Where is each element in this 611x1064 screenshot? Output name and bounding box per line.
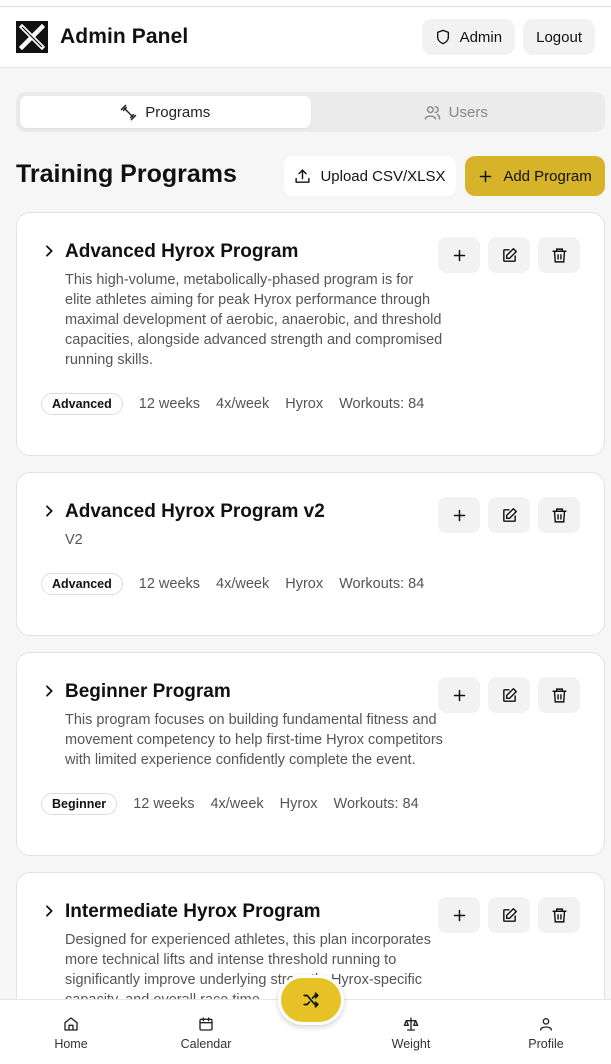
tab-users-label: Users	[448, 103, 488, 121]
program-description: Designed for experienced athletes, this …	[65, 932, 431, 1008]
nav-calendar-label: Calendar	[180, 1037, 232, 1051]
page-title: Training Programs	[16, 160, 237, 188]
category: Hyrox	[285, 576, 324, 592]
plus-icon	[453, 689, 465, 701]
trash-icon	[551, 687, 567, 703]
frequency: 4x/week	[210, 796, 264, 812]
users-icon	[424, 105, 440, 120]
program-title: Beginner Program	[65, 681, 231, 702]
plus-icon	[480, 170, 492, 182]
add-workout-button[interactable]	[438, 677, 480, 713]
plus-icon	[453, 509, 465, 521]
shuffle-icon	[303, 992, 319, 1008]
nav-calendar[interactable]: Calendar	[161, 1016, 251, 1051]
plus-icon	[453, 909, 465, 921]
card-actions	[430, 677, 580, 713]
program-meta: Advanced 12 weeks 4x/week Hyrox Workouts…	[41, 393, 440, 415]
top-strip	[0, 0, 611, 7]
upload-label: Upload CSV/XLSX	[320, 167, 446, 185]
nav-profile-label: Profile	[528, 1037, 564, 1051]
workout-count: Workouts: 84	[339, 396, 425, 412]
calendar-icon	[199, 1017, 213, 1031]
trash-icon	[551, 907, 567, 923]
program-card: Beginner Program This program focuses on…	[16, 652, 605, 856]
duration: 12 weeks	[138, 576, 201, 592]
app-title: Admin Panel	[60, 25, 189, 48]
program-description: V2	[65, 532, 83, 548]
edit-icon	[502, 507, 517, 522]
program-meta: Advanced 12 weeks 4x/week Hyrox Workouts…	[41, 573, 440, 595]
chevron-right-icon[interactable]	[41, 683, 57, 699]
delete-button[interactable]	[538, 677, 580, 713]
chevron-right-icon[interactable]	[41, 903, 57, 919]
logo-x-icon	[16, 21, 48, 53]
program-meta: Beginner 12 weeks 4x/week Hyrox Workouts…	[41, 793, 435, 815]
delete-button[interactable]	[538, 237, 580, 273]
duration: 12 weeks	[133, 796, 195, 812]
program-title: Intermediate Hyrox Program	[65, 901, 321, 922]
nav-weight[interactable]: Weight	[366, 1016, 456, 1051]
edit-icon	[502, 687, 517, 702]
duration: 12 weeks	[138, 396, 201, 412]
program-description: This program focuses on building fundame…	[65, 712, 443, 768]
delete-button[interactable]	[538, 897, 580, 933]
app-header: Admin Panel Admin Logout	[0, 7, 611, 68]
user-icon	[540, 1018, 552, 1031]
tab-programs[interactable]: Programs	[20, 96, 311, 128]
card-actions	[430, 897, 580, 933]
category: Hyrox	[285, 396, 324, 412]
program-card: Advanced Hyrox Program This high-volume,…	[16, 212, 605, 456]
edit-icon	[502, 907, 517, 922]
chevron-right-icon[interactable]	[41, 243, 57, 259]
shield-icon	[436, 29, 449, 45]
level-badge: Beginner	[41, 793, 118, 815]
tab-users[interactable]: Users	[311, 96, 602, 128]
trash-icon	[551, 247, 567, 263]
workout-count: Workouts: 84	[339, 576, 425, 592]
nav-home-label: Home	[54, 1037, 88, 1051]
add-program-button[interactable]: Add Program	[465, 156, 605, 196]
add-workout-button[interactable]	[438, 497, 480, 533]
frequency: 4x/week	[216, 396, 270, 412]
category: Hyrox	[279, 796, 318, 812]
edit-button[interactable]	[488, 897, 530, 933]
level-badge: Advanced	[41, 393, 123, 415]
logout-button[interactable]: Logout	[523, 19, 595, 55]
add-workout-button[interactable]	[438, 897, 480, 933]
delete-button[interactable]	[538, 497, 580, 533]
shuffle-fab-button[interactable]	[278, 975, 344, 1025]
card-actions	[430, 237, 580, 273]
admin-label: Admin	[459, 28, 503, 46]
program-card: Advanced Hyrox Program v2 V2 Advanced 12…	[16, 472, 605, 636]
edit-button[interactable]	[488, 237, 530, 273]
nav-weight-label: Weight	[391, 1037, 431, 1051]
logout-label: Logout	[536, 28, 582, 46]
scale-icon	[403, 1017, 419, 1031]
plus-icon	[453, 249, 465, 261]
program-description: This high-volume, metabolically-phased p…	[65, 272, 443, 368]
workout-count: Workouts: 84	[333, 796, 419, 812]
edit-button[interactable]	[488, 677, 530, 713]
home-icon	[64, 1017, 78, 1031]
edit-icon	[502, 247, 517, 262]
upload-icon	[295, 168, 311, 183]
chevron-right-icon[interactable]	[41, 503, 57, 519]
nav-home[interactable]: Home	[26, 1016, 116, 1051]
tab-bar: Programs Users	[16, 92, 605, 132]
frequency: 4x/week	[216, 576, 270, 592]
edit-button[interactable]	[488, 497, 530, 533]
dumbbell-icon	[120, 104, 137, 120]
program-title: Advanced Hyrox Program	[65, 241, 299, 262]
nav-profile[interactable]: Profile	[501, 1016, 591, 1051]
admin-button[interactable]: Admin	[421, 19, 516, 55]
upload-csv-button[interactable]: Upload CSV/XLSX	[284, 156, 456, 196]
trash-icon	[551, 507, 567, 523]
tab-programs-label: Programs	[145, 103, 211, 121]
add-workout-button[interactable]	[438, 237, 480, 273]
level-badge: Advanced	[41, 573, 123, 595]
add-program-label: Add Program	[503, 167, 592, 185]
card-actions	[430, 497, 580, 533]
program-title: Advanced Hyrox Program v2	[65, 501, 325, 522]
